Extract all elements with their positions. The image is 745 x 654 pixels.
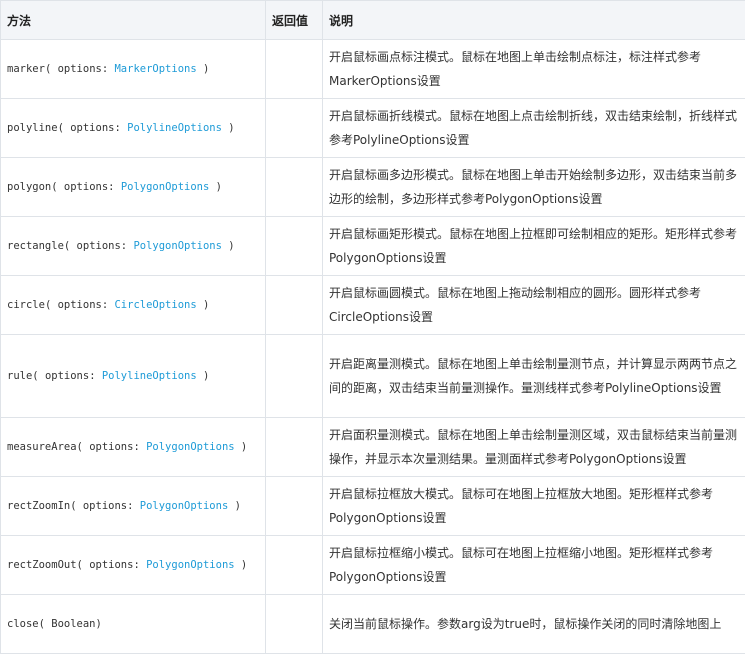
api-methods-table: 方法 返回值 说明 marker( options: MarkerOptions… <box>0 0 745 654</box>
description-cell: 开启鼠标拉框缩小模式。鼠标可在地图上拉框缩小地图。矩形框样式参考PolygonO… <box>323 536 745 595</box>
table-row-rectzoomin: rectZoomIn( options: PolygonOptions ) 开启… <box>1 477 745 536</box>
table-row-rectangle: rectangle( options: PolygonOptions ) 开启鼠… <box>1 217 745 276</box>
return-cell <box>266 335 323 418</box>
table-row-rectzoomout: rectZoomOut( options: PolygonOptions ) 开… <box>1 536 745 595</box>
method-name: rectangle <box>7 240 64 252</box>
method-cell: polyline( options: PolylineOptions ) <box>1 99 266 158</box>
return-cell <box>266 595 323 654</box>
method-name: rectZoomIn <box>7 500 70 512</box>
description-cell: 开启鼠标画圆模式。鼠标在地图上拖动绘制相应的圆形。圆形样式参考CircleOpt… <box>323 276 745 335</box>
param-type-link[interactable]: PolygonOptions <box>146 441 235 453</box>
param-type-link[interactable]: PolygonOptions <box>133 240 222 252</box>
method-params-close: ) <box>235 559 248 571</box>
method-cell: close( Boolean) <box>1 595 266 654</box>
description-cell: 开启面积量测模式。鼠标在地图上单击绘制量测区域，双击鼠标结束当前量测操作，并显示… <box>323 418 745 477</box>
method-cell: polygon( options: PolygonOptions ) <box>1 158 266 217</box>
table-row-polyline: polyline( options: PolylineOptions ) 开启鼠… <box>1 99 745 158</box>
table-row-polygon: polygon( options: PolygonOptions ) 开启鼠标画… <box>1 158 745 217</box>
method-params-close: ) <box>222 240 235 252</box>
method-name: close <box>7 618 39 630</box>
method-cell: marker( options: MarkerOptions ) <box>1 40 266 99</box>
method-cell: rectZoomOut( options: PolygonOptions ) <box>1 536 266 595</box>
table-body: marker( options: MarkerOptions ) 开启鼠标画点标… <box>1 40 745 654</box>
return-cell <box>266 40 323 99</box>
header-row: 方法 返回值 说明 <box>1 1 745 40</box>
header-return: 返回值 <box>266 1 323 40</box>
table-row-marker: marker( options: MarkerOptions ) 开启鼠标画点标… <box>1 40 745 99</box>
return-cell <box>266 418 323 477</box>
description-cell: 开启鼠标画折线模式。鼠标在地图上点击绘制折线，双击结束绘制，折线样式参考Poly… <box>323 99 745 158</box>
method-params-open: ( options: <box>51 181 121 193</box>
method-cell: rule( options: PolylineOptions ) <box>1 335 266 418</box>
table-header: 方法 返回值 说明 <box>1 1 745 40</box>
method-params-close: ) <box>235 441 248 453</box>
method-params-open: ( options: <box>45 299 115 311</box>
method-params-close: ) <box>197 299 210 311</box>
method-params-open: ( options: <box>77 559 147 571</box>
param-type-link[interactable]: PolygonOptions <box>140 500 229 512</box>
method-name: circle <box>7 299 45 311</box>
method-cell: measureArea( options: PolygonOptions ) <box>1 418 266 477</box>
method-params-open: ( options: <box>70 500 140 512</box>
method-name: rectZoomOut <box>7 559 77 571</box>
return-cell <box>266 158 323 217</box>
return-cell <box>266 536 323 595</box>
param-type-link[interactable]: PolylineOptions <box>102 370 197 382</box>
return-cell <box>266 99 323 158</box>
method-params-close: ) <box>197 63 210 75</box>
method-params-open: ( options: <box>77 441 147 453</box>
param-type-link[interactable]: MarkerOptions <box>114 63 196 75</box>
table-row-rule: rule( options: PolylineOptions ) 开启距离量测模… <box>1 335 745 418</box>
description-cell: 开启鼠标画点标注模式。鼠标在地图上单击绘制点标注，标注样式参考MarkerOpt… <box>323 40 745 99</box>
method-cell: circle( options: CircleOptions ) <box>1 276 266 335</box>
param-type-link[interactable]: PolygonOptions <box>121 181 210 193</box>
method-name: measureArea <box>7 441 77 453</box>
method-name: polyline <box>7 122 58 134</box>
method-params-close: ) <box>197 370 210 382</box>
method-params-close: ) <box>228 500 241 512</box>
method-name: marker <box>7 63 45 75</box>
method-params-open: ( options: <box>64 240 134 252</box>
description-cell: 关闭当前鼠标操作。参数arg设为true时，鼠标操作关闭的同时清除地图上 <box>323 595 745 654</box>
return-cell <box>266 477 323 536</box>
method-params-close: ) <box>222 122 235 134</box>
table-row-close: close( Boolean) 关闭当前鼠标操作。参数arg设为true时，鼠标… <box>1 595 745 654</box>
method-params-open: ( options: <box>58 122 128 134</box>
method-cell: rectangle( options: PolygonOptions ) <box>1 217 266 276</box>
method-params-close: ) <box>209 181 222 193</box>
return-cell <box>266 217 323 276</box>
param-type-link[interactable]: PolylineOptions <box>127 122 222 134</box>
header-method: 方法 <box>1 1 266 40</box>
table-row-measurearea: measureArea( options: PolygonOptions ) 开… <box>1 418 745 477</box>
description-cell: 开启距离量测模式。鼠标在地图上单击绘制量测节点，并计算显示两两节点之间的距离，双… <box>323 335 745 418</box>
return-cell <box>266 276 323 335</box>
param-type-link[interactable]: PolygonOptions <box>146 559 235 571</box>
param-type-link[interactable]: CircleOptions <box>114 299 196 311</box>
method-name: rule <box>7 370 32 382</box>
header-description: 说明 <box>323 1 745 40</box>
method-params: ( Boolean) <box>39 618 102 630</box>
description-cell: 开启鼠标画矩形模式。鼠标在地图上拉框即可绘制相应的矩形。矩形样式参考Polygo… <box>323 217 745 276</box>
method-name: polygon <box>7 181 51 193</box>
method-cell: rectZoomIn( options: PolygonOptions ) <box>1 477 266 536</box>
method-params-open: ( options: <box>32 370 102 382</box>
description-cell: 开启鼠标画多边形模式。鼠标在地图上单击开始绘制多边形，双击结束当前多边形的绘制，… <box>323 158 745 217</box>
table-row-circle: circle( options: CircleOptions ) 开启鼠标画圆模… <box>1 276 745 335</box>
method-params-open: ( options: <box>45 63 115 75</box>
description-cell: 开启鼠标拉框放大模式。鼠标可在地图上拉框放大地图。矩形框样式参考PolygonO… <box>323 477 745 536</box>
